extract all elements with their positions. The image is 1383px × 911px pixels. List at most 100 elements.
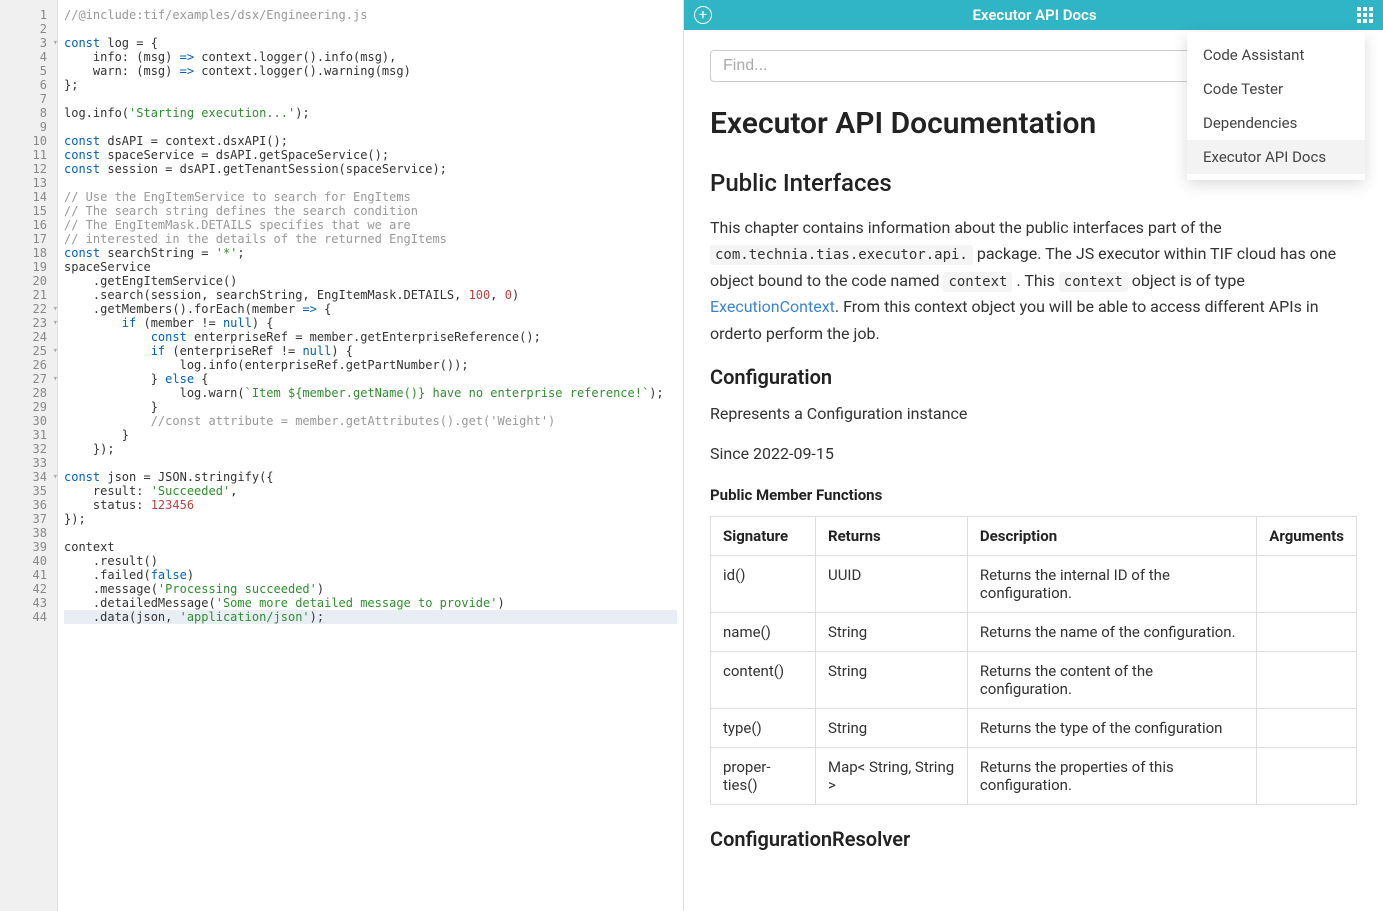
line-number: 27 <box>0 372 57 386</box>
line-number: 17 <box>0 232 57 246</box>
line-number: 41 <box>0 568 57 582</box>
table-cell: Returns the type of the configuration <box>967 708 1256 747</box>
code-line[interactable]: // The EngItemMask.DETAILS specifies tha… <box>64 218 677 232</box>
code-line[interactable]: .detailedMessage('Some more detailed mes… <box>64 596 677 610</box>
intro-paragraph: This chapter contains information about … <box>710 215 1357 347</box>
line-number: 38 <box>0 526 57 540</box>
code-line[interactable]: warn: (msg) => context.logger().warning(… <box>64 64 677 78</box>
code-line[interactable]: info: (msg) => context.logger().info(msg… <box>64 50 677 64</box>
grid-menu-icon[interactable] <box>1357 7 1373 23</box>
code-line[interactable]: } <box>64 400 677 414</box>
table-cell <box>1257 651 1357 708</box>
code-line[interactable]: const session = dsAPI.getTenantSession(s… <box>64 162 677 176</box>
code-context2: context <box>1059 272 1128 292</box>
code-area[interactable]: //@include:tif/examples/dsx/Engineering.… <box>58 0 683 911</box>
execution-context-link[interactable]: ExecutionContext <box>710 297 835 316</box>
code-line[interactable]: .getEngItemService() <box>64 274 677 288</box>
add-icon[interactable]: + <box>694 6 712 24</box>
line-number: 1 <box>0 8 57 22</box>
dropdown-item[interactable]: Executor API Docs <box>1187 140 1365 174</box>
table-cell: type() <box>711 708 816 747</box>
code-line[interactable] <box>64 92 677 106</box>
table-header: Arguments <box>1257 516 1357 555</box>
code-line[interactable]: // The search string defines the search … <box>64 204 677 218</box>
member-functions-table: SignatureReturnsDescriptionArguments id(… <box>710 516 1357 805</box>
line-number: 12 <box>0 162 57 176</box>
line-number: 13 <box>0 176 57 190</box>
code-line[interactable]: log.warn(`Item ${member.getName()} have … <box>64 386 677 400</box>
code-line[interactable] <box>64 22 677 36</box>
dropdown-item[interactable]: Dependencies <box>1187 106 1365 140</box>
code-line[interactable] <box>64 120 677 134</box>
line-number: 18 <box>0 246 57 260</box>
code-line[interactable]: result: 'Succeeded', <box>64 484 677 498</box>
code-line[interactable]: .data(json, 'application/json'); <box>64 610 677 624</box>
table-cell: String <box>815 651 967 708</box>
dropdown-item[interactable]: Code Tester <box>1187 72 1365 106</box>
table-cell <box>1257 555 1357 612</box>
code-line[interactable]: const log = { <box>64 36 677 50</box>
line-number: 25 <box>0 344 57 358</box>
line-number: 2 <box>0 22 57 36</box>
line-number: 28 <box>0 386 57 400</box>
line-number: 9 <box>0 120 57 134</box>
code-line[interactable]: //const attribute = member.getAttributes… <box>64 414 677 428</box>
line-number: 11 <box>0 148 57 162</box>
code-line[interactable]: // Use the EngItemService to search for … <box>64 190 677 204</box>
public-member-functions-heading: Public Member Functions <box>710 486 1357 504</box>
code-line[interactable] <box>64 176 677 190</box>
line-number: 14 <box>0 190 57 204</box>
code-line[interactable]: if (member != null) { <box>64 316 677 330</box>
code-line[interactable] <box>64 526 677 540</box>
code-line[interactable]: .result() <box>64 554 677 568</box>
table-cell: proper-ties() <box>711 747 816 804</box>
code-line[interactable]: } <box>64 428 677 442</box>
table-cell: String <box>815 612 967 651</box>
line-number: 32 <box>0 442 57 456</box>
code-line[interactable]: .search(session, searchString, EngItemMa… <box>64 288 677 302</box>
docs-header: + Executor API Docs <box>684 0 1383 30</box>
table-header: Signature <box>711 516 816 555</box>
code-line[interactable]: status: 123456 <box>64 498 677 512</box>
table-row: name()StringReturns the name of the conf… <box>711 612 1357 651</box>
dropdown-item[interactable]: Code Assistant <box>1187 38 1365 72</box>
code-line[interactable]: log.info('Starting execution...'); <box>64 106 677 120</box>
code-line[interactable]: log.info(enterpriseRef.getPartNumber()); <box>64 358 677 372</box>
code-line[interactable]: spaceService <box>64 260 677 274</box>
code-line[interactable]: const enterpriseRef = member.getEnterpri… <box>64 330 677 344</box>
table-row: content()StringReturns the content of th… <box>711 651 1357 708</box>
code-line[interactable]: }; <box>64 78 677 92</box>
config-description: Represents a Configuration instance <box>710 401 1357 427</box>
line-number: 23 <box>0 316 57 330</box>
code-line[interactable]: .message('Processing succeeded') <box>64 582 677 596</box>
line-number: 4 <box>0 50 57 64</box>
code-line[interactable]: .failed(false) <box>64 568 677 582</box>
code-line[interactable]: const spaceService = dsAPI.getSpaceServi… <box>64 148 677 162</box>
code-line[interactable]: const dsAPI = context.dsxAPI(); <box>64 134 677 148</box>
line-number: 22 <box>0 302 57 316</box>
line-number: 33 <box>0 456 57 470</box>
code-line[interactable]: // interested in the details of the retu… <box>64 232 677 246</box>
line-number: 21 <box>0 288 57 302</box>
line-number: 34 <box>0 470 57 484</box>
table-header: Returns <box>815 516 967 555</box>
code-line[interactable]: context <box>64 540 677 554</box>
code-line[interactable]: }); <box>64 512 677 526</box>
table-cell <box>1257 612 1357 651</box>
code-line[interactable]: const searchString = '*'; <box>64 246 677 260</box>
configuration-heading: Configuration <box>710 365 1357 389</box>
table-cell: Returns the properties of this configura… <box>967 747 1256 804</box>
table-cell: Map< String, String > <box>815 747 967 804</box>
code-line[interactable]: if (enterpriseRef != null) { <box>64 344 677 358</box>
code-line[interactable] <box>64 456 677 470</box>
line-number: 36 <box>0 498 57 512</box>
table-cell: name() <box>711 612 816 651</box>
code-line[interactable]: }); <box>64 442 677 456</box>
code-line[interactable]: .getMembers().forEach(member => { <box>64 302 677 316</box>
line-number: 43 <box>0 596 57 610</box>
code-line[interactable]: //@include:tif/examples/dsx/Engineering.… <box>64 8 677 22</box>
line-number: 7 <box>0 92 57 106</box>
code-line[interactable]: } else { <box>64 372 677 386</box>
code-line[interactable]: const json = JSON.stringify({ <box>64 470 677 484</box>
line-number: 19 <box>0 260 57 274</box>
